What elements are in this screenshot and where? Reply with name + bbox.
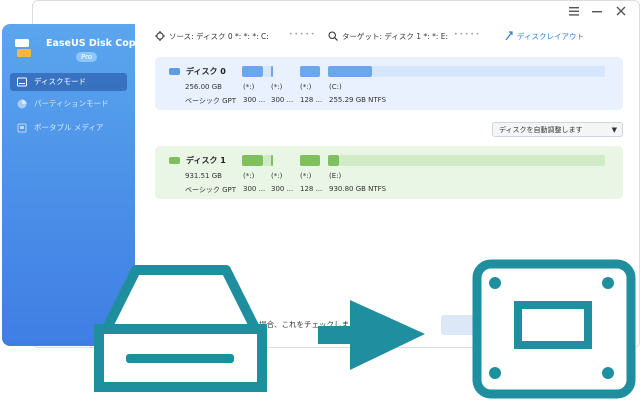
disk-clone-overlay [94, 259, 636, 399]
hard-drive-icon [94, 265, 267, 392]
arrow-right-icon [318, 300, 425, 370]
ssd-chip-icon [472, 259, 636, 399]
